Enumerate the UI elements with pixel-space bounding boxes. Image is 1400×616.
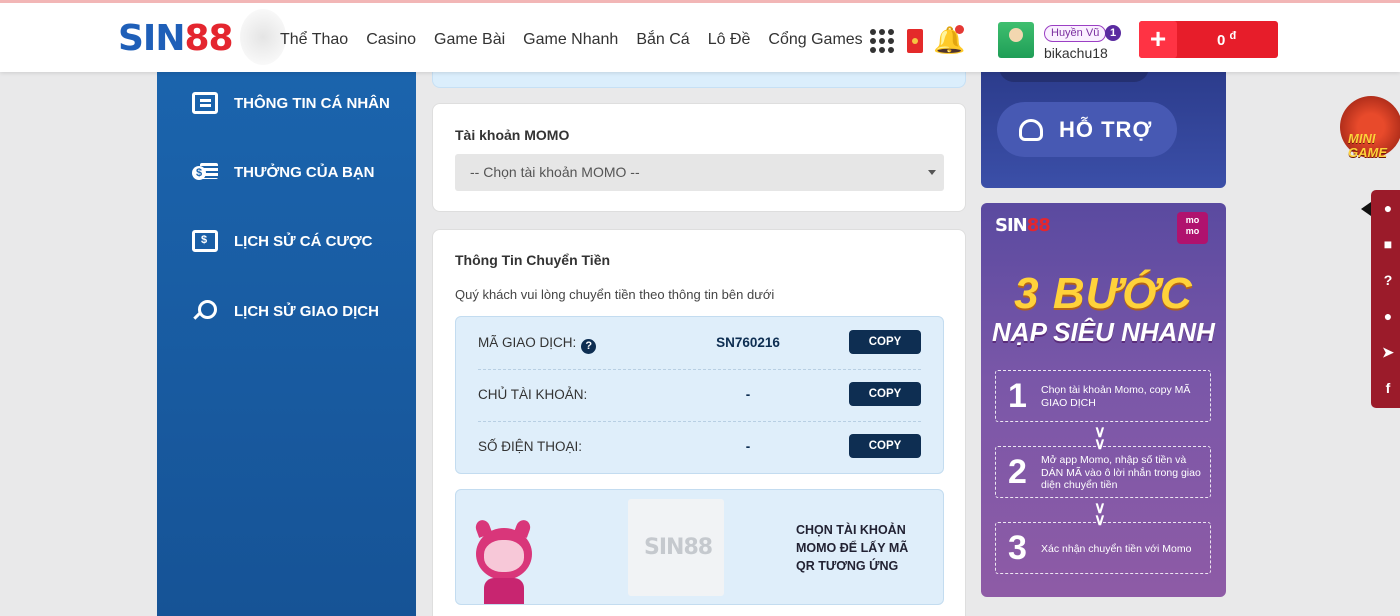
account-sidebar: THÔNG TIN CÁ NHÂN THƯỞNG CỦA BẠN LỊCH SỬ… [157, 72, 416, 616]
step-1: 1 Chọn tài khoản Momo, copy MÃ GIAO DỊCH [995, 370, 1211, 422]
question-icon[interactable]: ? [1380, 272, 1396, 288]
promo-logo: SIN88 [995, 215, 1051, 236]
facebook-icon[interactable]: f [1380, 380, 1396, 396]
nav-cong-games[interactable]: Cổng Games [768, 31, 862, 49]
sidebar-item-transaction-history[interactable]: LỊCH SỬ GIAO DỊCH [192, 300, 379, 322]
qr-instruction: CHỌN TÀI KHOẢN MOMO ĐỂ LẤY MÃ QR TƯƠNG Ứ… [796, 523, 909, 573]
row-label: MÃ GIAO DỊCH:? [478, 335, 597, 354]
nav-lo-de[interactable]: Lô Đề [708, 31, 751, 49]
top-header: SIN88 Thể Thao Casino Game Bài Game Nhan… [0, 0, 1400, 72]
qr-placeholder-logo: SIN88 [644, 535, 713, 560]
currency-symbol: đ [1229, 30, 1237, 42]
transaction-code-row: MÃ GIAO DỊCH:? SN760216 COPY [478, 317, 921, 369]
momo-logo-icon: mo mo [1177, 212, 1208, 244]
momo-mascot-icon [470, 518, 542, 604]
row-label: SỐ ĐIỆN THOẠI: [478, 439, 583, 454]
sidebar-item-label: LỊCH SỬ CÁ CƯỢC [234, 232, 373, 250]
chat-icon[interactable]: ● [1380, 308, 1396, 324]
phone-number-row: SỐ ĐIỆN THOẠI: - COPY [478, 421, 921, 473]
transfer-info-title: Thông Tin Chuyển Tiền [455, 252, 611, 268]
floating-side-toolbar: ● ■ ? ● ➤ f [1371, 190, 1400, 408]
sidebar-item-label: LỊCH SỬ GIAO DỊCH [234, 302, 379, 320]
nav-game-bai[interactable]: Game Bài [434, 31, 505, 49]
qr-code-box: SIN88 CHỌN TÀI KHOẢN MOMO ĐỂ LẤY MÃ QR T… [455, 489, 944, 605]
step-text: Mở app Momo, nhập số tiền và DÁN MÃ vào … [1041, 454, 1201, 491]
copy-account-holder-button[interactable]: COPY [849, 382, 921, 406]
support-button[interactable]: HỖ TRỢ [997, 102, 1177, 157]
transfer-info-card: Thông Tin Chuyển Tiền Quý khách vui lòng… [432, 229, 966, 616]
minigame-launcher[interactable]: MINI GAME [1330, 96, 1400, 170]
promo-headline: 3 BƯỚC [1014, 269, 1193, 318]
nav-casino[interactable]: Casino [366, 31, 416, 49]
site-logo[interactable]: SIN88 [118, 19, 234, 59]
account-holder-value: - [745, 387, 751, 402]
sidebar-item-label: THƯỞNG CỦA BẠN [234, 163, 375, 181]
qr-code-placeholder: SIN88 [628, 499, 724, 596]
transfer-info-subtitle: Quý khách vui lòng chuyển tiền theo thôn… [455, 287, 775, 302]
profile-card-icon [192, 92, 218, 114]
toolbar-pointer-icon [1361, 202, 1371, 216]
bill-icon [192, 230, 218, 252]
red-envelope-icon[interactable] [907, 29, 923, 53]
deposit-button[interactable]: + 0 đ [1139, 21, 1278, 58]
transfer-details-box: MÃ GIAO DỊCH:? SN760216 COPY CHỦ TÀI KHO… [455, 316, 944, 474]
help-icon[interactable]: ? [581, 339, 597, 354]
balance-amount: 0 đ [1217, 30, 1237, 49]
row-label: CHỦ TÀI KHOẢN: [478, 387, 588, 402]
avatar[interactable] [998, 22, 1034, 58]
headset-icon [1019, 119, 1043, 141]
plus-icon: + [1139, 21, 1177, 58]
step-text: Chọn tài khoản Momo, copy MÃ GIAO DỊCH [1041, 384, 1191, 409]
gift-icon[interactable]: ■ [1380, 236, 1396, 252]
copy-phone-number-button[interactable]: COPY [849, 434, 921, 458]
account-holder-row: CHỦ TÀI KHOẢN: - COPY [478, 369, 921, 421]
coins-icon [192, 161, 218, 183]
momo-account-card: Tài khoản MOMO -- Chọn tài khoản MOMO -- [432, 103, 966, 212]
transaction-code-value: SN760216 [716, 335, 780, 350]
step-number: 1 [1008, 377, 1027, 415]
phone-number-value: - [745, 439, 751, 454]
support-upper-pill [999, 72, 1149, 82]
momo-account-select[interactable]: -- Chọn tài khoản MOMO -- [455, 154, 944, 191]
sidebar-item-profile[interactable]: THÔNG TIN CÁ NHÂN [192, 92, 390, 114]
step-3: 3 Xác nhận chuyển tiền với Momo [995, 522, 1211, 574]
notice-strip [432, 72, 966, 88]
rank-badge: Huyền Vũ [1044, 25, 1107, 42]
main-nav: Thể Thao Casino Game Bài Game Nhanh Bắn … [280, 31, 881, 49]
apps-grid-icon[interactable] [870, 29, 894, 53]
nav-ban-ca[interactable]: Bắn Cá [636, 31, 689, 49]
search-history-icon [192, 300, 218, 322]
momo-account-title: Tài khoản MOMO [455, 127, 570, 143]
minigame-label: MINI GAME [1348, 131, 1387, 160]
step-number: 3 [1008, 529, 1027, 567]
deposit-steps-banner: SIN88 mo mo 3 BƯỚC NẠP SIÊU NHANH 1 Chọn … [981, 203, 1226, 597]
support-panel: HỖ TRỢ [981, 72, 1226, 188]
sidebar-item-label: THÔNG TIN CÁ NHÂN [234, 94, 390, 112]
chevron-down-icon [928, 170, 936, 175]
step-text: Xác nhận chuyển tiền với Momo [1041, 543, 1192, 555]
sidebar-item-bet-history[interactable]: LỊCH SỬ CÁ CƯỢC [192, 230, 373, 252]
copy-transaction-code-button[interactable]: COPY [849, 330, 921, 354]
support-label: HỖ TRỢ [1059, 117, 1153, 142]
promo-subheadline: NẠP SIÊU NHANH [992, 317, 1215, 347]
sidebar-item-rewards[interactable]: THƯỞNG CỦA BẠN [192, 161, 375, 183]
nav-game-nhanh[interactable]: Game Nhanh [523, 31, 618, 49]
telegram-icon[interactable]: ➤ [1380, 344, 1396, 360]
username: bikachu18 [1044, 45, 1108, 61]
nav-the-thao[interactable]: Thể Thao [280, 31, 348, 49]
step-number: 2 [1008, 453, 1027, 491]
user-icon[interactable]: ● [1380, 200, 1396, 216]
notification-dot [955, 25, 964, 34]
rank-level-badge: 1 [1105, 25, 1121, 41]
step-2: 2 Mở app Momo, nhập số tiền và DÁN MÃ và… [995, 446, 1211, 498]
select-value: -- Chọn tài khoản MOMO -- [470, 164, 640, 180]
